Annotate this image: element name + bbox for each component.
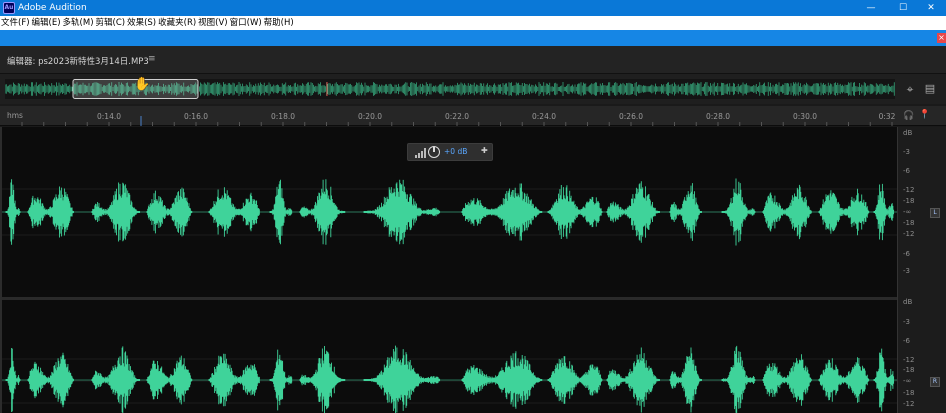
tick-label: 0:22.0 — [445, 112, 469, 121]
menu-multitrack[interactable]: 多轨(M) — [62, 16, 95, 30]
left-channel-badge[interactable]: L — [930, 208, 940, 218]
tick-label: 0:16.0 — [184, 112, 208, 121]
pin-hud-icon[interactable]: ✚ — [481, 146, 488, 155]
db-label: -12 — [903, 356, 915, 364]
db-label: -12 — [903, 230, 915, 238]
db-label: -18 — [903, 366, 915, 374]
workspace-bar: × — [0, 30, 946, 46]
menu-favorites[interactable]: 收藏夹(R) — [157, 16, 197, 30]
close-icon[interactable]: × — [937, 33, 946, 43]
menu-window[interactable]: 窗口(W) — [229, 16, 263, 30]
zoom-navigator-icon[interactable]: ⌖ — [902, 82, 918, 96]
close-button[interactable]: ✕ — [916, 0, 946, 16]
db-label: -6 — [903, 167, 910, 175]
pin-icon[interactable]: 📍 — [919, 110, 930, 120]
db-label: -12 — [903, 400, 915, 408]
ruler-unit: hms — [7, 111, 23, 120]
waveform-display[interactable] — [0, 127, 899, 413]
window-title: Adobe Audition — [18, 3, 87, 13]
db-label: dB — [903, 298, 913, 306]
menu-effects[interactable]: 效果(S) — [126, 16, 157, 30]
db-label: -18 — [903, 197, 915, 205]
right-channel-badge[interactable]: R — [930, 377, 940, 387]
list-icon[interactable]: ▤ — [924, 82, 936, 96]
db-label: -3 — [903, 318, 910, 326]
hand-cursor-icon: ✋ — [134, 77, 151, 92]
db-label: -3 — [903, 267, 910, 275]
tick-label: 0:18.0 — [271, 112, 295, 121]
amplitude-scale: dB -3 -6 -12 -18 -∞ -18 -12 -6 -3 dB -3 … — [897, 127, 946, 413]
menu-file[interactable]: 文件(F) — [0, 16, 31, 30]
db-label: -12 — [903, 186, 915, 194]
waveform-channels[interactable] — [2, 127, 897, 413]
editor-title[interactable]: 编辑器: ps2023新特性3月14日.MP3 — [7, 55, 149, 67]
app-icon: Au — [3, 2, 15, 14]
title-bar: Au Adobe Audition — ☐ ✕ — [0, 0, 946, 16]
tick-label: 0:26.0 — [619, 112, 643, 121]
editor-panel-header: 编辑器: ps2023新特性3月14日.MP3 ≡ — [0, 46, 946, 74]
tick-label: 0:24.0 — [532, 112, 556, 121]
db-label: -3 — [903, 148, 910, 156]
time-ruler[interactable]: hms 0:14.0 0:16.0 0:18.0 0:20.0 0:22.0 0… — [0, 106, 946, 126]
menu-help[interactable]: 帮助(H) — [263, 16, 295, 30]
db-label: -6 — [903, 250, 910, 258]
tick-label: 0:14.0 — [97, 112, 121, 121]
minimize-button[interactable]: — — [856, 0, 886, 16]
channel-divider — [2, 297, 899, 300]
menu-bar: 文件(F) 编辑(E) 多轨(M) 剪辑(C) 效果(S) 收藏夹(R) 视图(… — [0, 16, 946, 30]
volume-value[interactable]: +0 dB — [444, 147, 467, 156]
db-label: -∞ — [903, 377, 912, 385]
db-label: dB — [903, 129, 913, 137]
tick-label: 0:20.0 — [358, 112, 382, 121]
menu-view[interactable]: 视图(V) — [197, 16, 228, 30]
db-label: -18 — [903, 219, 915, 227]
maximize-button[interactable]: ☐ — [888, 0, 918, 16]
menu-edit[interactable]: 编辑(E) — [31, 16, 62, 30]
db-label: -18 — [903, 389, 915, 397]
volume-hud[interactable]: +0 dB ✚ — [407, 143, 493, 161]
tick-label: 0:30.0 — [793, 112, 817, 121]
volume-knob[interactable] — [428, 146, 440, 158]
panel-menu-icon[interactable]: ≡ — [148, 54, 156, 64]
tick-label: 0:32 — [878, 112, 896, 121]
db-label: -∞ — [903, 208, 912, 216]
menu-clip[interactable]: 剪辑(C) — [95, 16, 127, 30]
tick-label: 0:28.0 — [706, 112, 730, 121]
db-label: -6 — [903, 337, 910, 345]
headphone-icon[interactable]: 🎧 — [903, 111, 914, 121]
level-meter-icon — [415, 148, 426, 158]
